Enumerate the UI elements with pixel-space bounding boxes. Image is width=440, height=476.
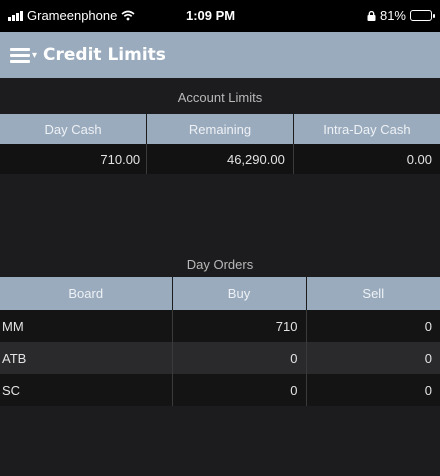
day-orders-title: Day Orders <box>186 257 254 272</box>
account-limits-table: Day Cash Remaining Intra-Day Cash 710.00… <box>0 114 440 174</box>
menu-icon[interactable] <box>10 47 30 63</box>
carrier-group: Grameenphone <box>8 8 135 23</box>
signal-icon <box>8 10 23 21</box>
battery-icon <box>410 10 435 21</box>
app-header: ▾ Credit Limits <box>0 32 440 78</box>
column-header-sell: Sell <box>306 277 440 310</box>
table-row: 710.00 46,290.00 0.00 <box>0 144 440 174</box>
rotation-lock-icon <box>367 10 376 21</box>
account-limits-header-row: Day Cash Remaining Intra-Day Cash <box>0 114 440 144</box>
board-cell: MM <box>0 310 173 342</box>
column-header-day-cash: Day Cash <box>0 114 148 144</box>
column-header-buy: Buy <box>172 277 307 310</box>
buy-cell: 710 <box>172 310 307 342</box>
day-orders-header-row: Board Buy Sell <box>0 277 440 310</box>
column-header-remaining: Remaining <box>146 114 294 144</box>
intra-day-cash-value: 0.00 <box>293 144 440 174</box>
table-row: ATB 0 0 <box>0 342 440 374</box>
column-header-intra-day-cash: Intra-Day Cash <box>293 114 440 144</box>
status-bar: Grameenphone 1:09 PM 81% <box>0 0 440 32</box>
sell-cell: 0 <box>306 310 440 342</box>
sell-cell: 0 <box>306 374 440 406</box>
status-right: 81% <box>367 8 435 23</box>
caret-down-icon[interactable]: ▾ <box>32 50 37 61</box>
battery-percent: 81% <box>379 8 406 23</box>
page-title: Credit Limits <box>43 45 166 65</box>
table-row: MM 710 0 <box>0 310 440 342</box>
column-header-board: Board <box>0 277 173 310</box>
status-time: 1:09 PM <box>186 8 236 23</box>
board-cell: ATB <box>0 342 173 374</box>
day-cash-value: 710.00 <box>0 144 148 174</box>
account-limits-title: Account Limits <box>177 90 263 105</box>
buy-cell: 0 <box>172 374 307 406</box>
wifi-icon <box>121 10 135 21</box>
table-row: SC 0 0 <box>0 374 440 406</box>
buy-cell: 0 <box>172 342 307 374</box>
sell-cell: 0 <box>306 342 440 374</box>
remaining-value: 46,290.00 <box>146 144 294 174</box>
board-cell: SC <box>0 374 173 406</box>
carrier-name: Grameenphone <box>27 8 118 23</box>
day-orders-table: Board Buy Sell MM 710 0 ATB 0 0 SC 0 0 <box>0 277 440 406</box>
